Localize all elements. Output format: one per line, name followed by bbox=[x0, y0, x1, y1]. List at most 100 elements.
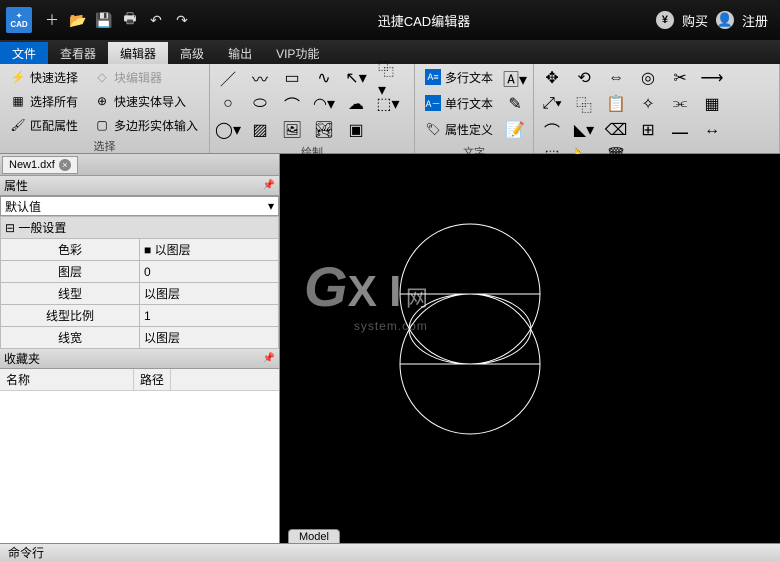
tab-output[interactable]: 输出 bbox=[216, 42, 264, 64]
break-icon[interactable]: ⎼ bbox=[669, 119, 691, 141]
mirror-icon[interactable]: ⇔ bbox=[605, 67, 627, 89]
fav-panel-header: 收藏夹 📌 bbox=[0, 349, 279, 369]
model-tab[interactable]: Model bbox=[288, 529, 340, 543]
hatch-icon[interactable]: ▨ bbox=[249, 119, 271, 141]
undo-icon[interactable]: ↶ bbox=[146, 10, 166, 30]
save-icon[interactable]: 💾 bbox=[94, 10, 114, 30]
tab-vip[interactable]: VIP功能 bbox=[264, 42, 331, 64]
app-title: 迅捷CAD编辑器 bbox=[192, 11, 656, 30]
line-icon[interactable]: ／ bbox=[217, 67, 239, 89]
copy-icon[interactable]: ⿻▾ bbox=[377, 67, 399, 89]
quick-access-toolbar: ＋ 📂 💾 🖶 ↶ ↷ bbox=[42, 10, 192, 30]
props-table: ⊟ 一般设置 色彩■ 以图层 图层0 线型以图层 线型比例1 线宽以图层 bbox=[0, 216, 279, 349]
cad-drawing bbox=[280, 154, 780, 534]
ellipse-icon[interactable]: ⬭ bbox=[249, 93, 271, 115]
import-icon: ⊕ bbox=[94, 93, 110, 109]
rect-icon[interactable]: ▭ bbox=[281, 67, 303, 89]
scale-icon[interactable]: ⤢▾ bbox=[541, 93, 563, 115]
join-icon[interactable]: ⫘ bbox=[669, 93, 691, 115]
fav-col-path[interactable]: 路径 bbox=[134, 369, 171, 390]
left-panel: New1.dxf × 属性 📌 默认值▾ ⊟ 一般设置 色彩■ 以图层 图层0 … bbox=[0, 154, 280, 543]
ribbon-group-text: A≡多行文本 🄰▾ A－单行文本 ✎ 🏷属性定义 📝 文字 bbox=[415, 64, 534, 153]
props-panel-header: 属性 📌 bbox=[0, 176, 279, 196]
array-icon[interactable]: ▦ bbox=[701, 93, 723, 115]
pin-icon[interactable]: 📌 bbox=[263, 353, 275, 364]
buy-link[interactable]: 购买 bbox=[682, 11, 708, 30]
file-tab[interactable]: New1.dxf × bbox=[2, 156, 78, 174]
match-props-button[interactable]: 🖌匹配属性 bbox=[6, 114, 82, 136]
textstyle-icon[interactable]: 🄰▾ bbox=[504, 67, 526, 89]
quick-select-button[interactable]: ⚡快速选择 bbox=[6, 66, 82, 88]
attdef-button[interactable]: 🏷属性定义 bbox=[421, 118, 497, 140]
register-link[interactable]: 注册 bbox=[742, 11, 768, 30]
close-icon[interactable]: × bbox=[59, 159, 71, 171]
polyline-icon[interactable]: 〰 bbox=[249, 67, 271, 89]
mtext-button[interactable]: A≡多行文本 bbox=[421, 66, 497, 88]
insert-icon[interactable]: ⬚▾ bbox=[377, 93, 399, 115]
ribbon: ⚡快速选择 ◇块编辑器 ▦选择所有 ⊕快速实体导入 🖌匹配属性 ▢多边形实体输入… bbox=[0, 64, 780, 154]
fav-col-name[interactable]: 名称 bbox=[0, 369, 134, 390]
new-icon[interactable]: ＋ bbox=[42, 10, 62, 30]
copy2-icon[interactable]: ⿻ bbox=[573, 93, 595, 115]
block-editor-button: ◇块编辑器 bbox=[90, 66, 166, 88]
explode-icon[interactable]: ✧ bbox=[637, 93, 659, 115]
tab-editor[interactable]: 编辑器 bbox=[108, 42, 168, 64]
arc-icon[interactable]: ◠▾ bbox=[313, 93, 335, 115]
arc3p-icon[interactable]: ⌒ bbox=[281, 93, 303, 115]
mtext-icon: A≡ bbox=[425, 69, 441, 85]
prop-row-layer[interactable]: 图层0 bbox=[1, 261, 279, 283]
app-logo: ✦ CAD bbox=[6, 7, 32, 33]
prop-row-color[interactable]: 色彩■ 以图层 bbox=[1, 239, 279, 261]
arrow-icon[interactable]: ↖▾ bbox=[345, 67, 367, 89]
tab-file[interactable]: 文件 bbox=[0, 42, 48, 64]
stext-icon: A－ bbox=[425, 95, 441, 111]
props-section-row[interactable]: ⊟ 一般设置 bbox=[1, 217, 279, 239]
drawing-canvas[interactable]: GX I 网 system.com Model bbox=[280, 154, 780, 543]
circle-icon[interactable]: ○ bbox=[217, 93, 239, 115]
command-line[interactable]: 命令行 bbox=[0, 543, 780, 561]
poly-entity-input-button[interactable]: ▢多边形实体输入 bbox=[90, 114, 202, 136]
ribbon-group-draw: ／ 〰 ▭ ∿ ↖▾ ⿻▾ ○ ⬭ ⌒ ◠▾ ☁ ⬚▾ ◯▾ ▨ 🖼 🏞 ▣ 绘… bbox=[210, 64, 415, 153]
open-icon[interactable]: 📂 bbox=[68, 10, 88, 30]
print-icon[interactable]: 🖶 bbox=[120, 10, 140, 30]
image-icon[interactable]: 🖼 bbox=[281, 119, 303, 141]
extend-icon[interactable]: ⟶ bbox=[701, 67, 723, 89]
paste-icon[interactable]: 📋 bbox=[605, 93, 627, 115]
chamfer-icon[interactable]: ◣▾ bbox=[573, 119, 595, 141]
bolt-icon: ⚡ bbox=[10, 69, 26, 85]
trim-icon[interactable]: ✂ bbox=[669, 67, 691, 89]
fillet-icon[interactable]: ⌒ bbox=[541, 119, 563, 141]
polygon-icon: ▢ bbox=[94, 117, 110, 133]
rotate-icon[interactable]: ⟲ bbox=[573, 67, 595, 89]
prop-row-lweight[interactable]: 线宽以图层 bbox=[1, 327, 279, 349]
align-icon[interactable]: ⊞ bbox=[637, 119, 659, 141]
edittext-icon[interactable]: ✎ bbox=[504, 93, 526, 115]
block-icon[interactable]: ▣ bbox=[345, 119, 367, 141]
move-icon[interactable]: ✥ bbox=[541, 67, 563, 89]
yen-icon: ¥ bbox=[656, 11, 674, 29]
block-icon: ◇ bbox=[94, 69, 110, 85]
revcloud-icon[interactable]: ☁ bbox=[345, 93, 367, 115]
titlebar: ✦ CAD ＋ 📂 💾 🖶 ↶ ↷ 迅捷CAD编辑器 ¥ 购买 👤 注册 bbox=[0, 0, 780, 40]
title-right: ¥ 购买 👤 注册 bbox=[656, 11, 768, 30]
file-tab-row: New1.dxf × bbox=[0, 154, 279, 176]
attdef-icon: 🏷 bbox=[425, 121, 441, 137]
raster-icon[interactable]: 🏞 bbox=[313, 119, 335, 141]
props-dropdown[interactable]: 默认值▾ bbox=[0, 196, 279, 216]
tab-advanced[interactable]: 高级 bbox=[168, 42, 216, 64]
user-icon: 👤 bbox=[716, 11, 734, 29]
tab-viewer[interactable]: 查看器 bbox=[48, 42, 108, 64]
offset-icon[interactable]: ◎ bbox=[637, 67, 659, 89]
stretch-icon[interactable]: ↔ bbox=[701, 119, 723, 141]
prop-row-lscale[interactable]: 线型比例1 bbox=[1, 305, 279, 327]
redo-icon[interactable]: ↷ bbox=[172, 10, 192, 30]
select-all-button[interactable]: ▦选择所有 bbox=[6, 90, 82, 112]
stext-button[interactable]: A－单行文本 bbox=[421, 92, 497, 114]
erase-icon[interactable]: ⌫ bbox=[605, 119, 627, 141]
quick-entity-import-button[interactable]: ⊕快速实体导入 bbox=[90, 90, 190, 112]
spline-icon[interactable]: ∿ bbox=[313, 67, 335, 89]
prop-row-ltype[interactable]: 线型以图层 bbox=[1, 283, 279, 305]
textedit-icon[interactable]: 📝 bbox=[504, 119, 526, 141]
pin-icon[interactable]: 📌 bbox=[263, 180, 275, 191]
circle2-icon[interactable]: ◯▾ bbox=[217, 119, 239, 141]
